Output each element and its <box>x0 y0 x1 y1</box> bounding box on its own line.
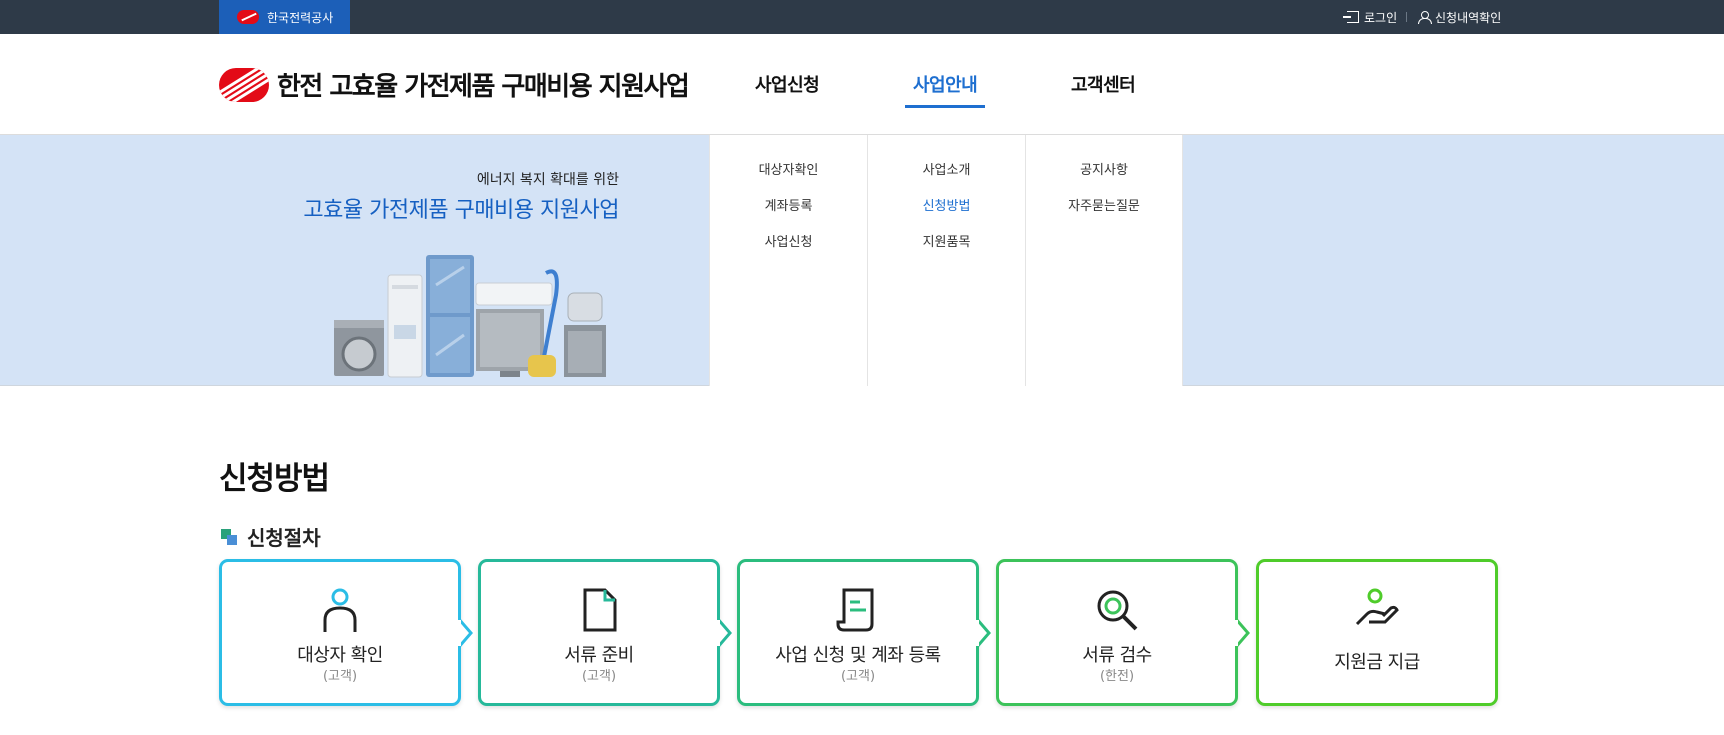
site-logo[interactable]: 한전 고효율 가전제품 구매비용 지원사업 <box>219 66 690 103</box>
step-arrow-icon <box>976 618 991 648</box>
user-icon <box>1418 11 1432 24</box>
step-apply-and-register: 사업 신청 및 계좌 등록 (고객) <box>737 559 991 706</box>
step-label: 서류 검수 <box>1082 645 1152 666</box>
document-icon <box>583 588 617 632</box>
history-link[interactable]: 신청내역확인 <box>1418 0 1501 34</box>
section-bullet-icon <box>221 528 237 545</box>
banner-title: 고효율 가전제품 구매비용 지원사업 <box>303 198 619 223</box>
site-title: 한전 고효율 가전제품 구매비용 지원사업 <box>277 72 690 102</box>
top-utility-bar: 한국전력공사 로그인 신청내역확인 <box>0 0 1724 34</box>
submenu-account-register[interactable]: 계좌등록 <box>710 199 867 235</box>
magnifier-icon <box>1097 590 1138 631</box>
step-sub-label: (고객) <box>840 669 876 684</box>
appliances-illustration <box>334 255 606 378</box>
step-sub-label: (한전) <box>1099 669 1135 684</box>
step-arrow-icon <box>1235 618 1250 648</box>
history-label: 신청내역확인 <box>1435 10 1502 25</box>
login-label: 로그인 <box>1364 10 1398 25</box>
step-label: 지원금 지급 <box>1334 652 1420 673</box>
submenu-notice[interactable]: 공지사항 <box>1026 163 1182 199</box>
step-eligibility-check: 대상자 확인 (고객) <box>219 559 473 706</box>
util-divider <box>1406 12 1407 22</box>
submenu-support-items[interactable]: 지원품목 <box>868 235 1025 271</box>
login-icon <box>1343 11 1359 23</box>
nav-business-guide[interactable]: 사업안내 <box>913 71 978 97</box>
banner-subtitle: 에너지 복지 확대를 위한 <box>476 172 619 188</box>
section-title: 신청절차 <box>221 522 321 551</box>
step-label: 사업 신청 및 계좌 등록 <box>775 645 941 666</box>
kepco-logo-icon <box>237 10 259 24</box>
step-sub-label: (고객) <box>581 669 617 684</box>
submenu-business-apply[interactable]: 사업신청 <box>710 235 867 271</box>
submenu-eligibility-check[interactable]: 대상자확인 <box>710 163 867 199</box>
step-document-prep: 서류 준비 (고객) <box>478 559 732 706</box>
submenu-business-intro[interactable]: 사업소개 <box>868 163 1025 199</box>
mega-col-customer: 공지사항 자주묻는질문 <box>1025 135 1183 386</box>
step-arrow-icon <box>717 618 732 648</box>
mega-col-apply: 대상자확인 계좌등록 사업신청 <box>709 135 867 386</box>
submenu-apply-method[interactable]: 신청방법 <box>868 199 1025 235</box>
nav-business-apply[interactable]: 사업신청 <box>755 71 820 97</box>
login-link[interactable]: 로그인 <box>1343 0 1398 34</box>
kepco-org-label: 한국전력공사 <box>267 10 334 25</box>
mega-col-guide: 사업소개 신청방법 지원품목 <box>867 135 1025 386</box>
section-title-text: 신청절차 <box>247 526 321 550</box>
mega-menu-panel: 대상자확인 계좌등록 사업신청 사업소개 신청방법 지원품목 공지사항 자주묻는… <box>709 135 1183 386</box>
page-title: 신청방법 <box>219 461 330 497</box>
kepco-home-link[interactable]: 한국전력공사 <box>219 0 350 34</box>
kepco-logo-icon <box>219 67 269 102</box>
site-header: 한전 고효율 가전제품 구매비용 지원사업 사업신청 사업안내 고객센터 <box>0 34 1724 135</box>
step-sub-label: (고객) <box>322 669 358 684</box>
receipt-icon <box>836 588 874 632</box>
active-nav-indicator <box>905 105 985 108</box>
step-arrow-icon <box>458 618 473 648</box>
mega-menu-banner: 에너지 복지 확대를 위한 고효율 가전제품 구매비용 지원사업 대상자확인 계… <box>0 135 1724 386</box>
step-subsidy-payment: 지원금 지급 <box>1256 559 1498 706</box>
step-label: 서류 준비 <box>564 645 634 666</box>
submenu-faq[interactable]: 자주묻는질문 <box>1026 199 1182 235</box>
nav-customer-center[interactable]: 고객센터 <box>1071 71 1136 97</box>
step-document-review: 서류 검수 (한전) <box>996 559 1250 706</box>
step-label: 대상자 확인 <box>297 645 383 666</box>
hand-coin-icon <box>1355 588 1399 626</box>
person-icon <box>323 588 357 632</box>
